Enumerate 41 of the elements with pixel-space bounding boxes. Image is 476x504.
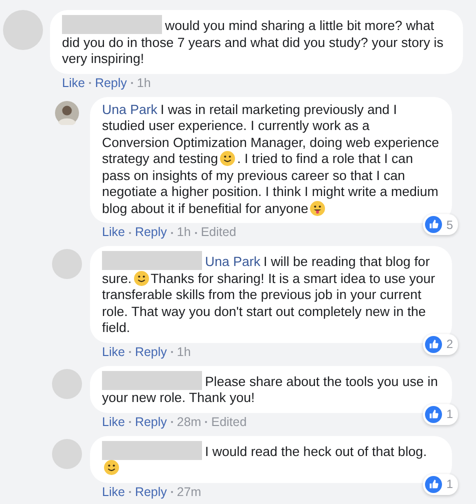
comment-text: Una Park I will be reading that blog for sure. Thanks for sharing! It is a smart idea to use your transferable skills from the previous job in your current role. That way you don't start out completely new in the field. <box>102 251 440 336</box>
comment-text: would you mind sharing a little bit more? what did you do in those 7 years and what did you study? your story is very inspiring! <box>62 15 451 68</box>
thumbs-up-icon <box>425 476 442 492</box>
comment-action-link[interactable]: Like <box>102 484 125 498</box>
thumbs-up-icon <box>425 336 442 352</box>
comment-action-link[interactable]: Reply <box>94 76 127 90</box>
comment-action-link[interactable]: Like <box>102 414 125 428</box>
comment-action-link[interactable]: Reply <box>134 414 167 428</box>
avatar-placeholder[interactable] <box>52 438 82 468</box>
edited-label[interactable]: Edited <box>211 414 247 428</box>
comment-time[interactable]: 1h <box>176 225 191 239</box>
comment-action-link[interactable]: Reply <box>134 225 167 239</box>
avatar-icon[interactable] <box>55 100 79 124</box>
author-name-link[interactable]: Una Park <box>102 102 158 116</box>
comment-text: I would read the heck out of that blog. <box>102 440 440 476</box>
like-count-badge[interactable]: 2 <box>423 334 458 354</box>
like-count-badge[interactable]: 1 <box>423 474 458 494</box>
thumbs-up-icon <box>425 406 442 422</box>
avatar-placeholder[interactable] <box>52 249 82 279</box>
comment-time[interactable]: 1h <box>136 76 151 90</box>
like-count-badge[interactable]: 1 <box>423 404 458 424</box>
tongue-face-icon <box>310 200 326 216</box>
comment-time[interactable]: 28m <box>176 414 202 428</box>
avatar-placeholder[interactable] <box>3 10 43 50</box>
comment-time[interactable]: 27m <box>176 484 202 498</box>
smiley-icon <box>134 270 149 286</box>
comment-action-link[interactable]: Like <box>62 76 85 90</box>
comment-action-link[interactable]: Reply <box>134 484 167 498</box>
comment-text: Please share about the tools you use in your new role. Thank you! <box>102 370 440 406</box>
author-name-link[interactable]: Una Park <box>205 254 260 269</box>
comment-action-link[interactable]: Like <box>102 344 125 358</box>
avatar-placeholder[interactable] <box>52 368 82 398</box>
smiley-icon <box>220 151 236 166</box>
smiley-icon <box>104 460 119 475</box>
like-count-badge[interactable]: 5 <box>423 214 458 235</box>
comment-time[interactable]: 1h <box>176 344 191 358</box>
comment-text: Una Park I was in retail marketing previously and I studied user experience. I currently work as a Conversion Optimization Manager, doing web experience strategy and testing . I tried to find a role that I can pass on insights of my previous career so that I can negotiate a higher position. I think I might write a medium blog about it if benefitial for anyone <box>102 102 440 217</box>
thumbs-up-icon <box>425 216 442 233</box>
edited-label[interactable]: Edited <box>200 225 236 239</box>
comment-action-link[interactable]: Like <box>102 225 125 239</box>
comment-action-link[interactable]: Reply <box>134 344 167 358</box>
